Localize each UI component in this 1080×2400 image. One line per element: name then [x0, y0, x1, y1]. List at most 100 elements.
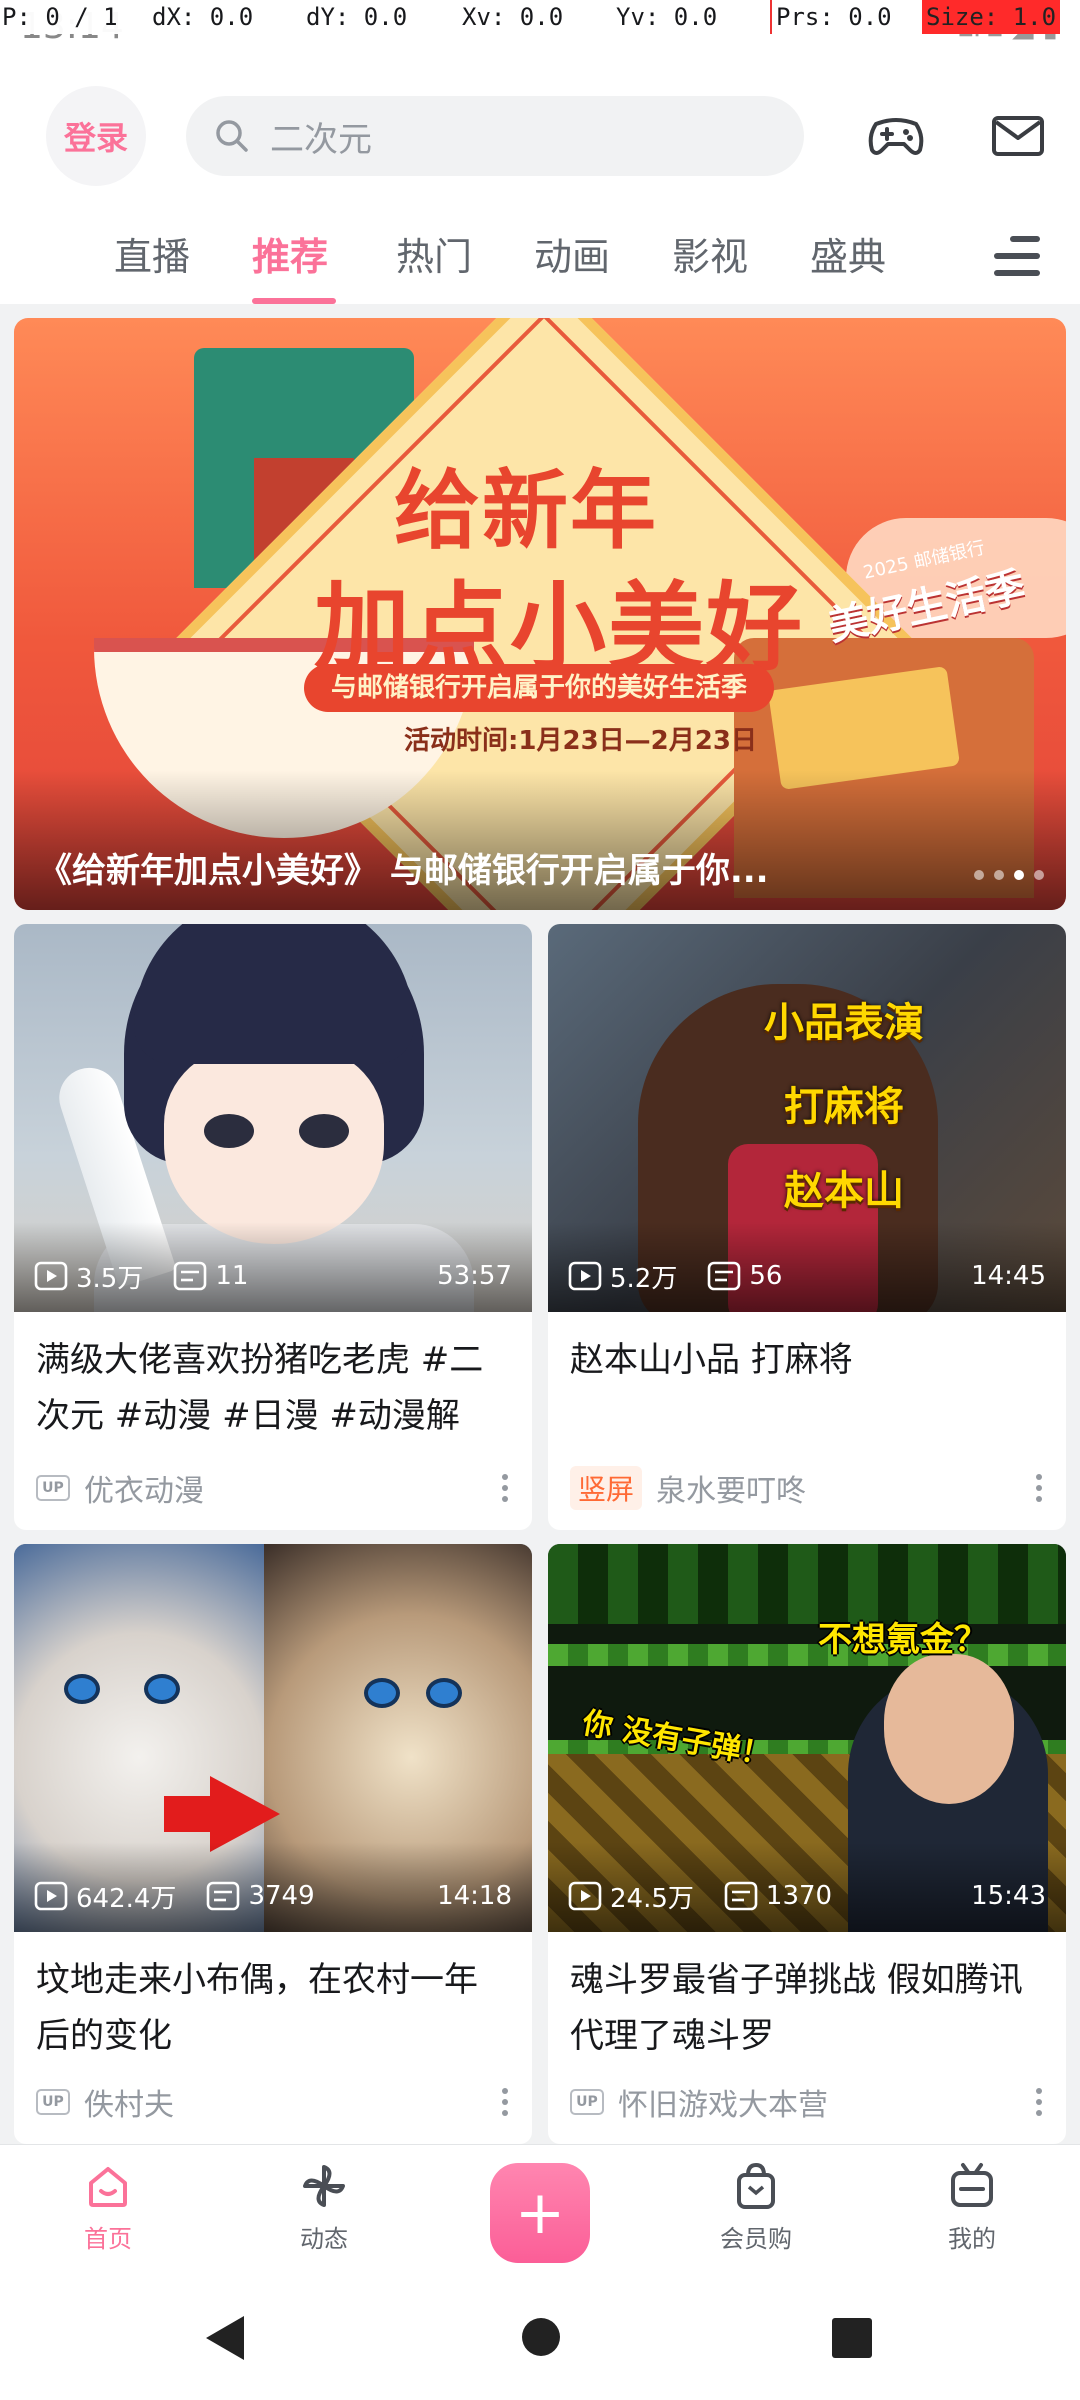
pinwheel-icon — [303, 2165, 345, 2207]
publish-button[interactable]: + — [490, 2163, 590, 2263]
video-stats: 642.4万 3749 14:18 — [34, 1876, 512, 1916]
debug-xv: Xv: 0.0 — [462, 3, 564, 31]
video-title: 坟地走来小布偶，在农村一年后的变化 — [36, 1960, 478, 2056]
nav-dynamic-label: 动态 — [300, 2225, 348, 2253]
active-tab-indicator — [252, 298, 336, 304]
banner-dot — [974, 870, 984, 880]
nav-vip-shop[interactable]: 会员购 — [696, 2159, 816, 2254]
banner-caption: 《给新年加点小美好》 与邮储银行开启属于你... — [38, 851, 769, 891]
nav-home-label: 首页 — [84, 2225, 132, 2253]
up-badge: UP — [36, 2089, 70, 2115]
tab-anime[interactable]: 动画 — [534, 226, 610, 290]
danmaku-count: 3749 — [248, 1881, 315, 1911]
video-thumbnail: 小品表演 打麻将 赵本山 5.2万 56 14:45 — [548, 924, 1066, 1312]
thumb-text: 小品表演 — [764, 1000, 924, 1046]
shopping-bag-icon — [737, 2162, 775, 2209]
view-count: 642.4万 — [76, 1883, 177, 1914]
tab-hot[interactable]: 热门 — [396, 226, 472, 290]
recents-icon[interactable] — [832, 2318, 872, 2358]
video-duration: 14:18 — [437, 1881, 512, 1911]
nav-mine-label: 我的 — [948, 2225, 996, 2253]
video-thumbnail: 642.4万 3749 14:18 — [14, 1544, 532, 1932]
video-duration: 53:57 — [437, 1261, 512, 1291]
video-duration: 14:45 — [971, 1261, 1046, 1291]
bottom-nav: 首页 动态 + 会员购 我的 — [0, 2144, 1080, 2274]
debug-p: P: 0 / 1 — [2, 3, 118, 31]
promo-banner[interactable]: 给新年 加点小美好 与邮储银行开启属于你的美好生活季 活动时间:1月23日—2月… — [14, 318, 1066, 910]
nav-mine[interactable]: 我的 — [912, 2159, 1032, 2254]
debug-dy: dY: 0.0 — [306, 3, 408, 31]
debug-yv: Yv: 0.0 — [616, 3, 718, 31]
banner-date: 活动时间:1月23日—2月23日 — [404, 726, 757, 756]
more-icon[interactable] — [502, 2088, 510, 2116]
view-count: 3.5万 — [76, 1263, 144, 1294]
more-icon[interactable] — [1036, 2088, 1044, 2116]
search-bar[interactable]: 二次元 — [186, 96, 804, 176]
tab-ceremony[interactable]: 盛典 — [810, 226, 886, 290]
banner-headline-1: 给新年 — [394, 461, 658, 561]
back-icon[interactable] — [206, 2316, 244, 2360]
play-count-icon — [568, 1881, 602, 1911]
video-card[interactable]: 3.5万 11 53:57 满级大佬喜欢扮猪吃老虎 #二次元 #动漫 #日漫 #… — [14, 924, 532, 1530]
video-stats: 24.5万 1370 15:43 — [568, 1876, 1046, 1916]
channel-tabs: 直播 推荐 热门 动画 影视 盛典 — [0, 212, 1080, 304]
play-count-icon — [568, 1261, 602, 1291]
video-stats: 3.5万 11 53:57 — [34, 1256, 512, 1296]
danmaku-count: 56 — [749, 1261, 783, 1291]
home-circle-icon[interactable] — [522, 2318, 560, 2356]
red-arrow-icon — [210, 1776, 280, 1852]
nav-home[interactable]: 首页 — [48, 2159, 168, 2254]
danmaku-count: 1370 — [765, 1881, 833, 1911]
video-card[interactable]: 小品表演 打麻将 赵本山 5.2万 56 14:45 赵本山小品 打麻将 竖屏 … — [548, 924, 1066, 1530]
video-title: 魂斗罗最省子弹挑战 假如腾讯代理了魂斗罗 — [570, 1960, 1023, 2056]
tab-recommend[interactable]: 推荐 — [252, 226, 328, 290]
more-icon[interactable] — [1036, 1474, 1044, 1502]
search-placeholder: 二次元 — [270, 119, 372, 160]
top-header: 登录 二次元 直播 推荐 热门 动画 影视 盛典 — [0, 34, 1080, 304]
nav-vip-shop-label: 会员购 — [720, 2225, 792, 2253]
danmaku-icon — [174, 1261, 207, 1291]
debug-prs: Prs: 0.0 — [770, 0, 892, 34]
login-button[interactable]: 登录 — [46, 86, 146, 186]
thumb-text: 不想氪金？ — [818, 1620, 988, 1660]
system-nav-bar — [0, 2274, 1080, 2400]
video-duration: 15:43 — [971, 1881, 1046, 1911]
author-name: 泉水要叮咚 — [656, 1474, 807, 1509]
play-count-icon — [34, 1261, 68, 1291]
video-title: 赵本山小品 打麻将 — [570, 1340, 853, 1380]
tab-film[interactable]: 影视 — [672, 226, 748, 290]
home-icon — [89, 2167, 127, 2207]
video-card[interactable]: 642.4万 3749 14:18 坟地走来小布偶，在农村一年后的变化 UP 佚… — [14, 1544, 532, 2144]
banner-pagination — [974, 870, 1044, 880]
danmaku-count: 11 — [215, 1261, 249, 1291]
video-stats: 5.2万 56 14:45 — [568, 1256, 1046, 1296]
gamepad-icon[interactable] — [862, 102, 930, 170]
banner-dot — [1014, 870, 1024, 880]
view-count: 24.5万 — [610, 1883, 694, 1914]
thumb-text: 赵本山 — [784, 1168, 904, 1214]
danmaku-icon — [708, 1261, 741, 1291]
banner-subtitle: 与邮储银行开启属于你的美好生活季 — [304, 664, 774, 712]
author-name: 佚村夫 — [84, 2088, 174, 2123]
menu-icon[interactable] — [994, 236, 1040, 276]
up-badge: UP — [36, 1475, 70, 1501]
up-badge: UP — [570, 2089, 604, 2115]
play-count-icon — [34, 1881, 68, 1911]
screen: P: 0 / 1 dX: 0.0 dY: 0.0 Xv: 0.0 Yv: 0.0… — [0, 0, 1080, 2400]
banner-dot — [1034, 870, 1044, 880]
video-title: 满级大佬喜欢扮猪吃老虎 #二次元 #动漫 #日漫 #动漫解说... — [36, 1340, 484, 1436]
author-name: 优衣动漫 — [84, 1474, 204, 1509]
danmaku-icon — [724, 1881, 758, 1911]
tv-icon — [951, 2163, 993, 2207]
pointer-debug-bar: P: 0 / 1 dX: 0.0 dY: 0.0 Xv: 0.0 Yv: 0.0… — [0, 0, 1080, 34]
search-icon — [216, 120, 248, 152]
more-icon[interactable] — [502, 1474, 510, 1502]
tab-live[interactable]: 直播 — [114, 226, 190, 290]
video-thumbnail: 不想氪金？ 你 没有子弹！ 24.5万 1370 15:43 — [548, 1544, 1066, 1932]
nav-dynamic[interactable]: 动态 — [264, 2159, 384, 2254]
mail-icon[interactable] — [984, 102, 1052, 170]
debug-size: Size: 1.0 — [922, 0, 1061, 34]
video-card[interactable]: 不想氪金？ 你 没有子弹！ 24.5万 1370 15:43 魂斗罗最省子弹挑战… — [548, 1544, 1066, 2144]
view-count: 5.2万 — [610, 1263, 678, 1294]
danmaku-icon — [207, 1881, 240, 1911]
